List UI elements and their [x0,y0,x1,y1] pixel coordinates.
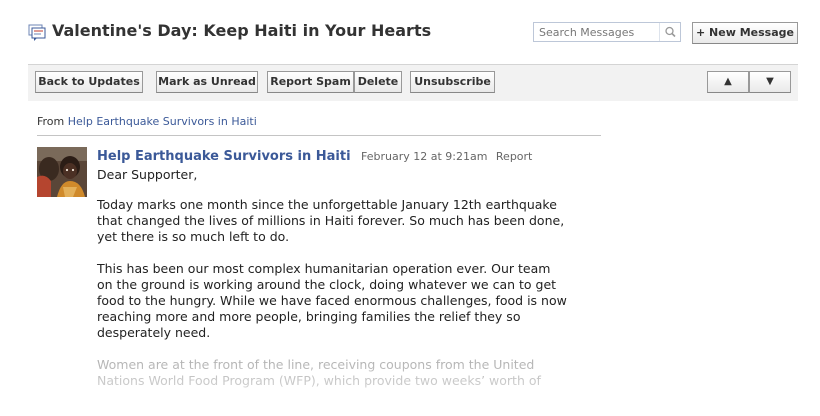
message-timestamp: February 12 at 9:21am [361,150,488,163]
search-icon[interactable] [661,23,680,41]
message-paragraph: Dear Supporter, [97,167,198,182]
message-paragraph: Women are at the front of the line, rece… [97,357,541,388]
from-prefix: From [37,115,65,128]
search-input[interactable] [534,23,657,42]
page-title: Valentine's Day: Keep Haiti in Your Hear… [52,21,432,40]
messages-icon [28,24,46,41]
previous-message-button[interactable]: ▲ [707,71,749,93]
new-message-button[interactable]: + New Message [692,22,798,44]
report-spam-button[interactable]: Report Spam [267,71,354,93]
message-paragraph: Today marks one month since the unforget… [97,197,565,244]
message-paragraph: This has been our most complex humanitar… [97,261,567,340]
next-message-button[interactable]: ▼ [749,71,791,93]
back-to-updates-button[interactable]: Back to Updates [35,71,143,93]
report-link[interactable]: Report [496,150,532,163]
message-header: Valentine's Day: Keep Haiti in Your Hear… [28,20,800,48]
thread-from-line: From Help Earthquake Survivors in Haiti [37,115,257,128]
mark-as-unread-button[interactable]: Mark as Unread [156,71,258,93]
message-body: Dear Supporter, Today marks one month si… [97,167,567,405]
sender-name-link[interactable]: Help Earthquake Survivors in Haiti [97,149,351,164]
unsubscribe-button[interactable]: Unsubscribe [410,71,495,93]
message-meta: Help Earthquake Survivors in Haiti Febru… [97,147,532,165]
avatar[interactable] [37,147,87,197]
search-box[interactable] [533,22,681,42]
from-sender-link[interactable]: Help Earthquake Survivors in Haiti [68,115,257,128]
delete-button[interactable]: Delete [354,71,402,93]
divider [37,135,601,136]
search-separator [659,23,660,41]
message-toolbar: Back to Updates Mark as Unread Report Sp… [28,64,798,101]
avatar-photo [37,147,87,197]
